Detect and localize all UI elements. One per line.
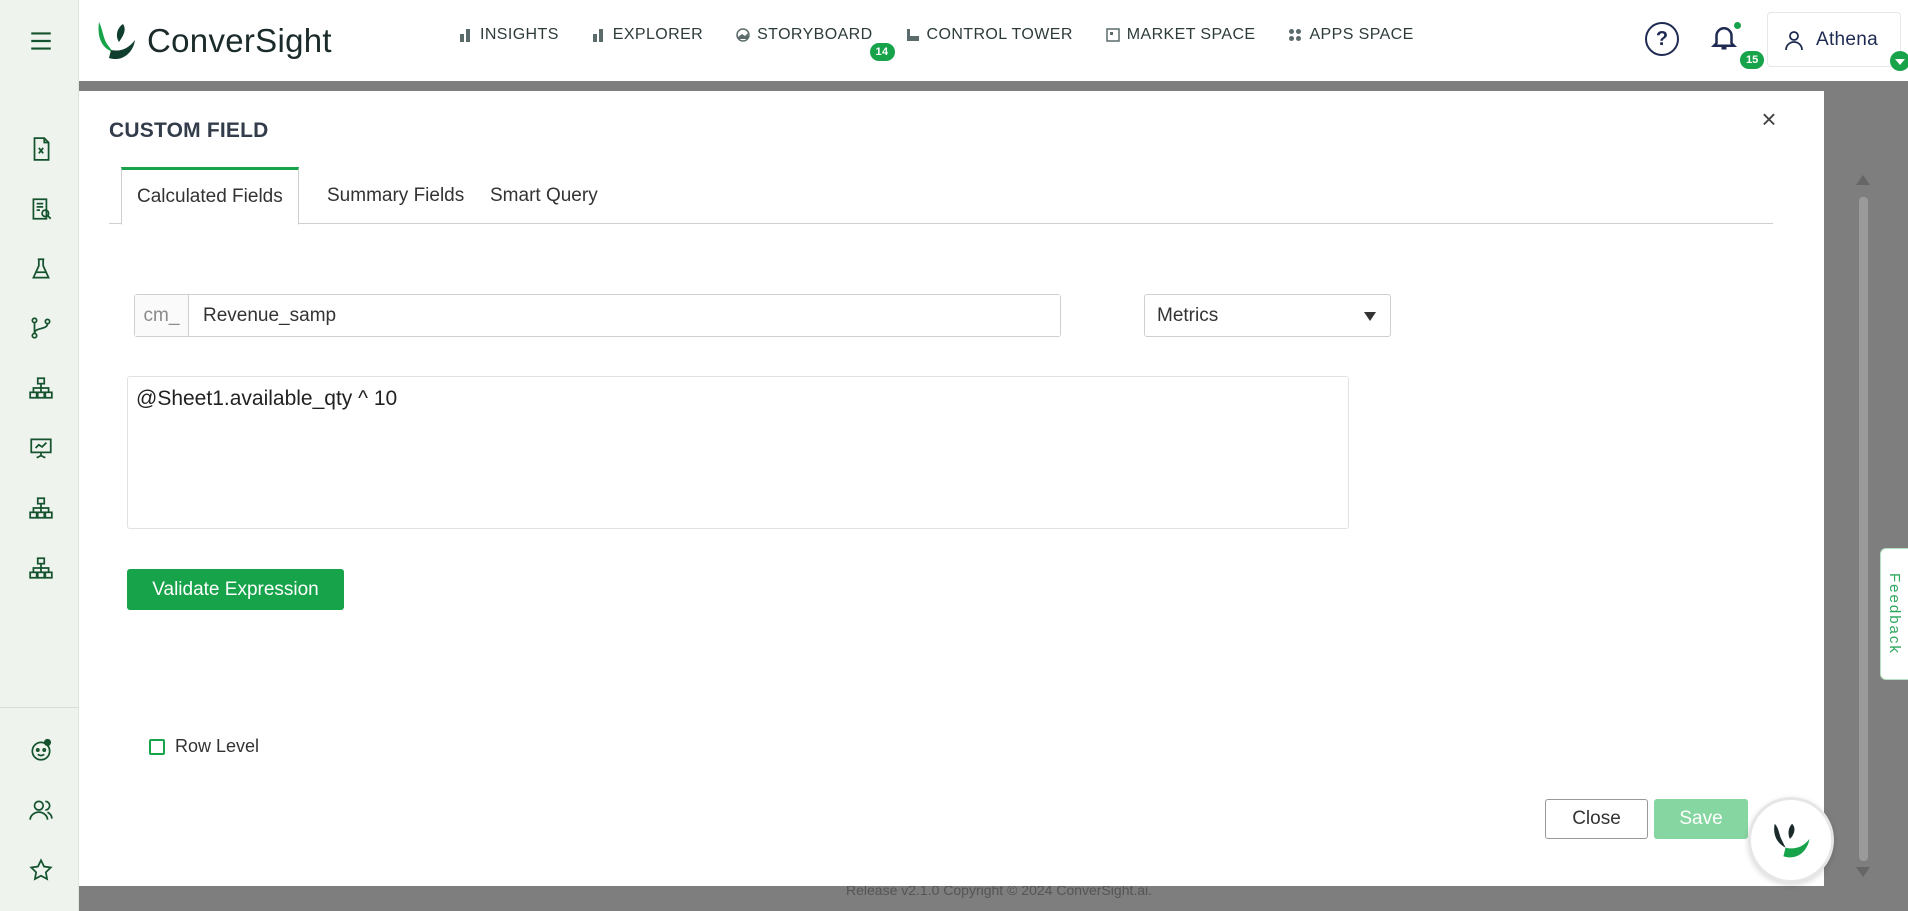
notifications-bell-icon[interactable]: [1709, 22, 1743, 56]
chevron-down-icon[interactable]: [1890, 51, 1908, 71]
hamburger-menu-icon[interactable]: [22, 22, 60, 60]
storyboard-badge: 14: [869, 43, 895, 61]
close-icon[interactable]: ×: [1754, 104, 1784, 134]
sidebar-divider: [0, 707, 79, 708]
tab-summary-fields[interactable]: Summary Fields: [312, 167, 479, 224]
top-navbar: ConverSight INSIGHTS EXPLORER STORYBOARD…: [79, 0, 1908, 81]
modal-tabs: Calculated Fields Summary Fields Smart Q…: [109, 167, 1773, 225]
branch-icon[interactable]: [22, 309, 60, 347]
field-name-group: cm_: [134, 294, 1061, 337]
tab-smart-query[interactable]: Smart Query: [475, 167, 613, 224]
logo[interactable]: ConverSight: [93, 18, 332, 64]
close-button[interactable]: Close: [1545, 799, 1648, 839]
modal-scrollbar[interactable]: [1856, 175, 1870, 880]
dropdown-caret-icon: [1364, 312, 1376, 321]
feedback-tab[interactable]: Feedback: [1880, 548, 1908, 680]
hierarchy-icon[interactable]: [22, 369, 60, 407]
apps-icon: [1289, 29, 1302, 41]
notifications-badge: 15: [1740, 51, 1765, 69]
bar-chart-icon: [460, 29, 470, 42]
nav-apps-space-label: APPS SPACE: [1309, 26, 1414, 43]
chat-assistant-button[interactable]: [1748, 797, 1834, 883]
validate-expression-button[interactable]: Validate Expression: [127, 569, 344, 610]
nav-storyboard[interactable]: STORYBOARD 14: [736, 26, 895, 61]
nav-insights-label: INSIGHTS: [480, 26, 559, 43]
flask-icon[interactable]: [22, 250, 60, 288]
nav-storyboard-label: STORYBOARD: [757, 26, 873, 43]
nav-market-space[interactable]: MARKET SPACE: [1106, 26, 1256, 44]
users-icon[interactable]: [22, 791, 60, 829]
excel-file-icon[interactable]: [22, 130, 60, 168]
scroll-down-arrow-icon[interactable]: [1856, 867, 1870, 877]
nav-explorer-label: EXPLORER: [612, 26, 704, 43]
nav-insights[interactable]: INSIGHTS: [459, 26, 559, 44]
user-icon: [1785, 30, 1803, 50]
help-icon[interactable]: ?: [1645, 22, 1679, 56]
report-icon[interactable]: [22, 190, 60, 228]
expression-textarea[interactable]: @Sheet1.available_qty ^ 10: [127, 376, 1349, 529]
row-level-option[interactable]: Row Level: [149, 736, 259, 757]
field-prefix: cm_: [135, 295, 189, 336]
nav-market-space-label: MARKET SPACE: [1126, 26, 1256, 43]
field-type-value: Metrics: [1157, 304, 1219, 326]
field-name-input[interactable]: [189, 295, 1060, 336]
main-nav: INSIGHTS EXPLORER STORYBOARD 14 CONTROL …: [459, 26, 1447, 61]
notification-dot: [1734, 22, 1741, 29]
star-icon[interactable]: [22, 851, 60, 889]
row-level-checkbox[interactable]: [149, 738, 165, 755]
tower-icon: [906, 29, 919, 41]
nav-control-tower[interactable]: CONTROL TOWER: [906, 26, 1073, 44]
left-sidebar: [0, 0, 79, 911]
tab-calculated-fields[interactable]: Calculated Fields: [121, 167, 299, 225]
custom-field-modal: CUSTOM FIELD Calculated Fields Summary F…: [79, 91, 1824, 886]
field-type-select[interactable]: Metrics: [1144, 294, 1391, 337]
conversight-logo-icon: [98, 22, 135, 60]
assistant-icon[interactable]: [22, 731, 60, 769]
scroll-up-arrow-icon[interactable]: [1856, 175, 1870, 185]
storyboard-icon: [736, 28, 750, 42]
user-menu[interactable]: Athena: [1767, 12, 1908, 71]
logo-text: ConverSight: [147, 22, 332, 59]
user-name: Athena: [1816, 28, 1879, 50]
nav-control-tower-label: CONTROL TOWER: [926, 26, 1073, 43]
scroll-thumb[interactable]: [1859, 197, 1868, 861]
hierarchy-icon[interactable]: [22, 489, 60, 527]
bar-chart-icon: [592, 29, 603, 42]
presentation-icon[interactable]: [22, 429, 60, 467]
conversight-chat-icon: [1774, 823, 1810, 858]
modal-title: CUSTOM FIELD: [109, 119, 269, 142]
row-level-label: Row Level: [175, 736, 260, 756]
nav-explorer[interactable]: EXPLORER: [592, 26, 703, 44]
hierarchy-icon[interactable]: [22, 549, 60, 587]
market-icon: [1106, 28, 1120, 42]
save-button[interactable]: Save: [1654, 799, 1748, 839]
feedback-label: Feedback: [1886, 573, 1903, 655]
nav-apps-space[interactable]: APPS SPACE: [1288, 26, 1413, 44]
